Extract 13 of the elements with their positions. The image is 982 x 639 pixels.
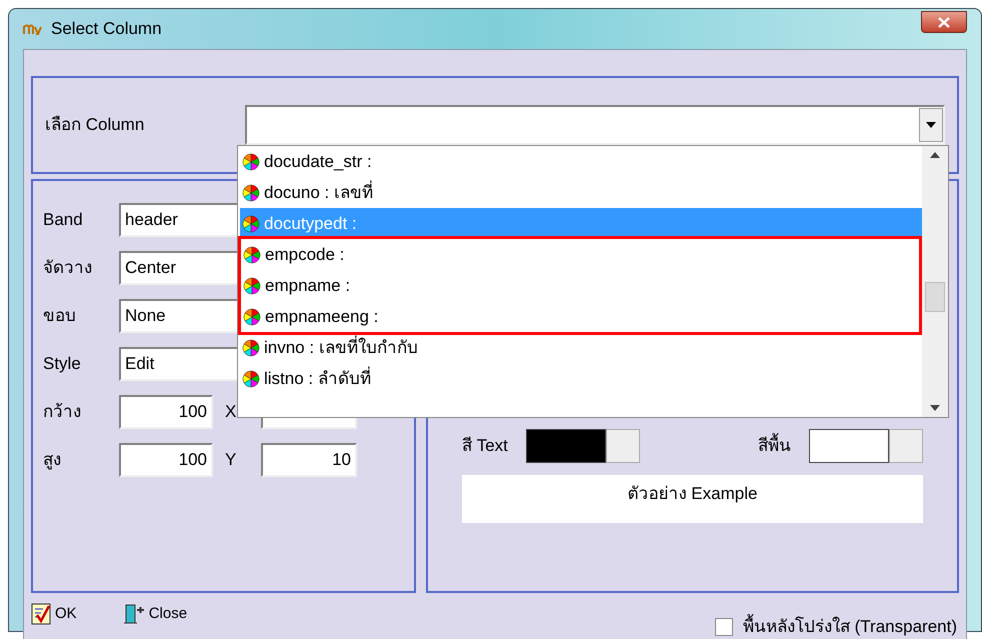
- field-label: เลือก Column: [45, 114, 146, 136]
- field-label: สีพื้น: [758, 433, 791, 459]
- field-label: จัดวาง: [43, 257, 93, 280]
- field-label: X: [224, 401, 238, 424]
- window-title: Select Column: [51, 18, 162, 40]
- field-label: Band: [43, 209, 84, 232]
- field-label: สูง: [43, 449, 62, 472]
- field-label: Style: [43, 353, 82, 376]
- field-label: Y: [224, 449, 238, 472]
- field-label: ขอบ: [43, 305, 77, 328]
- preview-text: ตัวอย่าง Example: [462, 475, 923, 523]
- field-label: สี Text: [462, 435, 508, 458]
- field-label: กว้าง: [43, 401, 82, 424]
